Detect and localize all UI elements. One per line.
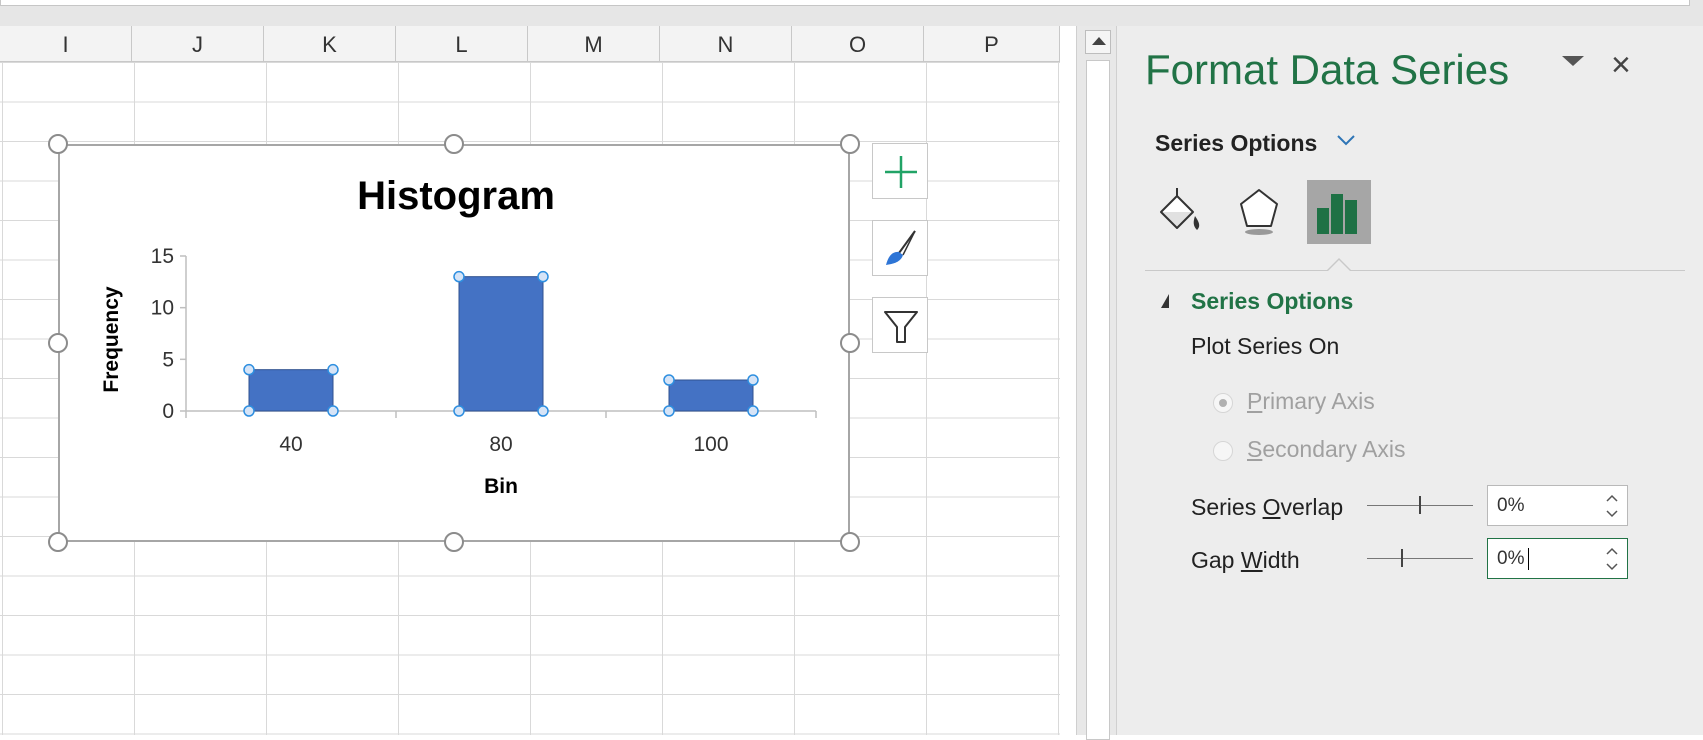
bar-selection-handle[interactable] — [243, 363, 255, 376]
series-options-dropdown[interactable]: Series Options — [1155, 130, 1317, 157]
gap-width-slider[interactable] — [1367, 558, 1473, 559]
chart-plot[interactable]: 0 5 10 15 40 80 100 Bin Frequency — [60, 146, 848, 540]
column-headers: I J K L M N O P — [0, 26, 1060, 62]
y-axis-title[interactable]: Frequency — [100, 286, 123, 393]
gap-width-spinner[interactable] — [1487, 538, 1628, 579]
resize-handle-top[interactable] — [444, 134, 464, 154]
y-tick-label: 5 — [162, 348, 174, 371]
histogram-bar[interactable] — [458, 276, 544, 412]
series-overlap-slider-thumb[interactable] — [1419, 496, 1421, 514]
scrollbar-thumb[interactable] — [1086, 60, 1110, 740]
column-header-o[interactable]: O — [792, 26, 924, 62]
column-header-l[interactable]: L — [396, 26, 528, 62]
brush-icon — [886, 230, 916, 265]
pentagon-icon — [1240, 189, 1278, 235]
spin-arrows-icon[interactable] — [1603, 543, 1621, 575]
spin-arrows-icon[interactable] — [1603, 490, 1621, 522]
secondary-axis-label[interactable]: Secondary Axis — [1247, 436, 1406, 463]
series-overlap-input[interactable] — [1497, 493, 1597, 519]
radio-dot — [1219, 399, 1227, 407]
bar-selection-handle[interactable] — [327, 363, 339, 376]
tab-pointer-fill — [1328, 260, 1350, 271]
secondary-axis-radio[interactable] — [1213, 441, 1233, 461]
resize-handle-top-left[interactable] — [48, 134, 68, 154]
bar-selection-handle[interactable] — [453, 405, 465, 417]
bar-selection-handle[interactable] — [453, 270, 465, 283]
paint-bucket-icon — [1160, 188, 1200, 230]
formula-bar-edge — [0, 0, 1690, 6]
gap-width-slider-thumb[interactable] — [1401, 549, 1403, 567]
collapse-triangle-icon[interactable] — [1161, 294, 1169, 308]
column-header-n[interactable]: N — [660, 26, 792, 62]
pane-title: Format Data Series — [1145, 46, 1510, 93]
bar-selection-handle[interactable] — [663, 405, 675, 417]
format-data-series-pane: Format Data Series × Series Options Seri… — [1116, 26, 1703, 735]
vertical-scrollbar[interactable] — [1076, 26, 1116, 740]
bar-selection-handle[interactable] — [747, 405, 759, 417]
scroll-up-button[interactable] — [1085, 30, 1111, 54]
x-axis-title[interactable]: Bin — [484, 475, 518, 498]
histogram-chart[interactable]: Histogram 0 5 10 15 40 80 100 Bin Frequency — [58, 144, 850, 542]
column-header-m[interactable]: M — [528, 26, 660, 62]
primary-axis-label[interactable]: Primary Axis — [1247, 388, 1375, 415]
section-series-options[interactable]: Series Options — [1191, 288, 1353, 315]
x-tick-label: 80 — [489, 433, 512, 456]
bar-selection-handle[interactable] — [537, 270, 549, 283]
x-tick-label: 40 — [279, 433, 302, 456]
chart-filters-button[interactable] — [872, 297, 928, 353]
bar-selection-handle[interactable] — [327, 405, 339, 417]
text-caret — [1528, 548, 1529, 570]
histogram-bar[interactable] — [248, 369, 334, 412]
resize-handle-bottom-right[interactable] — [840, 532, 860, 552]
tab-series-options[interactable] — [1307, 180, 1371, 244]
resize-handle-bottom[interactable] — [444, 532, 464, 552]
bar-selection-handle[interactable] — [537, 405, 549, 417]
y-tick-label: 10 — [151, 297, 174, 320]
funnel-icon — [884, 311, 918, 343]
y-tick-label: 0 — [162, 400, 174, 423]
y-tick-label: 15 — [151, 245, 174, 268]
gap-width-label: Gap Width — [1191, 547, 1300, 573]
plus-icon — [885, 156, 917, 188]
bar-selection-handle[interactable] — [663, 374, 675, 386]
bar-selection-handle[interactable] — [747, 374, 759, 386]
resize-handle-left[interactable] — [48, 333, 68, 353]
x-tick-label: 100 — [693, 433, 728, 456]
pane-options-chevron-icon[interactable] — [1562, 56, 1584, 66]
column-header-k[interactable]: K — [264, 26, 396, 62]
column-header-i[interactable]: I — [0, 26, 132, 62]
column-header-p[interactable]: P — [924, 26, 1060, 62]
bar-chart-icon — [1317, 194, 1357, 234]
series-overlap-spinner[interactable] — [1487, 485, 1628, 526]
resize-handle-top-right[interactable] — [840, 134, 860, 154]
close-icon[interactable]: × — [1611, 48, 1631, 82]
plot-series-on-label: Plot Series On — [1191, 333, 1340, 359]
tab-divider — [1145, 270, 1685, 271]
chart-elements-button[interactable] — [872, 143, 928, 199]
primary-axis-radio[interactable] — [1213, 393, 1233, 413]
histogram-bar[interactable] — [668, 379, 754, 412]
chart-styles-button[interactable] — [872, 220, 928, 276]
series-overlap-label: Series Overlap — [1191, 494, 1344, 520]
tab-effects[interactable] — [1227, 180, 1291, 244]
resize-handle-bottom-left[interactable] — [48, 532, 68, 552]
resize-handle-right[interactable] — [840, 333, 860, 353]
column-header-j[interactable]: J — [132, 26, 264, 62]
tab-fill-line[interactable] — [1147, 180, 1211, 244]
gap-width-input[interactable] — [1497, 546, 1597, 572]
chevron-down-icon[interactable] — [1335, 132, 1357, 148]
formula-bar-area — [0, 0, 1703, 26]
arrow-up-icon — [1092, 37, 1106, 45]
bar-selection-handle[interactable] — [243, 405, 255, 417]
